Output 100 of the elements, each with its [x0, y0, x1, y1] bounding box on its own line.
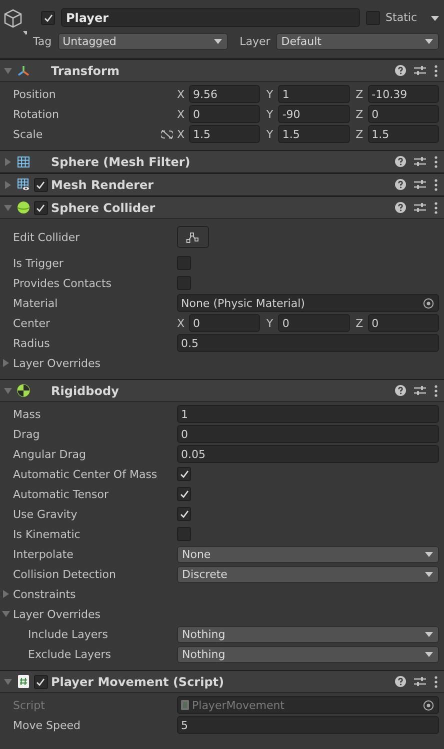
number-field[interactable]: 1 — [177, 405, 439, 423]
number-field[interactable]: 0 — [177, 425, 439, 443]
help-icon[interactable] — [395, 65, 406, 76]
checkbox[interactable] — [34, 200, 48, 214]
number-field[interactable]: 1 — [278, 85, 350, 103]
edit-collider-button[interactable] — [177, 226, 209, 248]
number-field[interactable]: 0.05 — [177, 445, 439, 463]
script-file-icon — [18, 675, 29, 688]
property-label: Include Layers — [28, 628, 109, 640]
property-label: Drag — [13, 428, 41, 440]
caret-icon — [431, 16, 439, 21]
more-icon[interactable] — [434, 64, 438, 76]
component-header[interactable]: Sphere Collider — [0, 196, 444, 219]
property-label: Script — [13, 698, 46, 712]
number-field[interactable]: 0 — [189, 105, 260, 123]
number-field[interactable]: -10.39 — [368, 85, 439, 103]
check-icon — [36, 678, 45, 686]
number-field[interactable]: 1.5 — [278, 125, 350, 143]
more-icon[interactable] — [434, 178, 438, 190]
number-field[interactable]: 0 — [368, 314, 439, 332]
property-label: Radius — [13, 336, 51, 350]
number-field[interactable]: 0 — [278, 314, 350, 332]
target-icon[interactable] — [423, 298, 434, 308]
checkbox[interactable] — [366, 10, 380, 24]
number-field[interactable]: 1.5 — [368, 125, 439, 143]
tag-dropdown[interactable]: Untagged — [58, 33, 228, 50]
name-field[interactable]: Player — [61, 8, 360, 27]
component-header[interactable]: Transform — [0, 59, 444, 82]
caret-icon — [425, 572, 433, 576]
check-icon — [36, 180, 45, 188]
property-label: Is Trigger — [13, 256, 64, 270]
axis-label: X — [177, 316, 186, 330]
number-field[interactable]: 5 — [177, 716, 439, 734]
help-icon[interactable] — [395, 156, 406, 167]
dropdown[interactable]: Nothing — [177, 626, 439, 642]
property-label: Move Speed — [13, 718, 82, 732]
sliders-icon[interactable] — [414, 179, 426, 190]
nodes-icon — [186, 232, 200, 242]
more-icon[interactable] — [434, 384, 438, 396]
number-field[interactable]: 9.56 — [189, 85, 260, 103]
checkbox[interactable] — [177, 507, 191, 521]
caret-icon — [214, 39, 222, 44]
check-icon — [180, 470, 188, 478]
checkbox[interactable] — [34, 178, 48, 192]
axis-label: Z — [356, 316, 364, 330]
axis-label: Z — [356, 108, 364, 120]
help-icon[interactable] — [395, 202, 406, 213]
more-icon[interactable] — [434, 202, 438, 214]
number-field[interactable]: -90 — [278, 105, 350, 123]
sliders-icon[interactable] — [414, 202, 426, 213]
help-icon[interactable] — [395, 676, 406, 687]
target-icon[interactable] — [423, 700, 434, 710]
axis-label: Y — [266, 128, 274, 140]
more-icon[interactable] — [434, 676, 438, 688]
help-icon[interactable] — [395, 179, 406, 190]
checkbox[interactable] — [177, 527, 191, 541]
component-header[interactable]: Sphere (Mesh Filter) — [0, 150, 444, 173]
check-icon — [44, 14, 52, 22]
sliders-icon[interactable] — [414, 676, 426, 687]
sliders-icon[interactable] — [414, 156, 426, 167]
number-field[interactable]: 0 — [189, 314, 260, 332]
property-label: Mass — [13, 408, 42, 420]
dropdown[interactable]: Discrete — [177, 566, 439, 582]
axis-label: X — [177, 88, 186, 100]
number-field[interactable]: 1.5 — [189, 125, 260, 143]
more-icon[interactable] — [434, 156, 438, 168]
checkbox[interactable] — [41, 10, 55, 24]
help-icon[interactable] — [395, 385, 406, 396]
property-label: Interpolate — [13, 548, 74, 560]
cube-icon[interactable] — [3, 8, 27, 36]
component-title: Transform — [51, 64, 120, 78]
sliders-icon[interactable] — [414, 385, 426, 396]
number-field[interactable]: 0 — [368, 105, 439, 123]
dropdown[interactable]: None — [177, 546, 439, 562]
property-label: Rotation — [13, 108, 60, 120]
component-header[interactable]: Rigidbody — [0, 379, 444, 402]
check-icon — [180, 510, 188, 518]
axis-label: Y — [266, 88, 274, 100]
checkbox[interactable] — [34, 674, 48, 688]
axis-label: Z — [356, 88, 364, 100]
axis-label: Y — [266, 316, 274, 330]
checkbox[interactable] — [177, 256, 191, 270]
component-title: Rigidbody — [51, 384, 119, 398]
property-label: Use Gravity — [13, 508, 78, 520]
checkbox[interactable] — [177, 487, 191, 501]
axis-label: X — [177, 128, 186, 140]
object-field[interactable]: None (Physic Material) — [177, 294, 439, 312]
grid-icon — [17, 156, 30, 168]
check-icon — [180, 490, 188, 498]
unlinked-chain-icon[interactable] — [161, 130, 173, 138]
checkbox[interactable] — [177, 276, 191, 290]
dropdown[interactable]: Nothing — [177, 646, 439, 662]
component-header[interactable]: Mesh Renderer — [0, 173, 444, 196]
component-header[interactable]: Player Movement (Script) — [0, 670, 444, 693]
number-field[interactable]: 0.5 — [177, 334, 439, 352]
checkbox[interactable] — [177, 467, 191, 481]
component-title: Sphere (Mesh Filter) — [51, 154, 190, 168]
property-label: Scale — [13, 128, 43, 140]
sliders-icon[interactable] — [414, 65, 426, 76]
layer-dropdown[interactable]: Default — [276, 33, 439, 50]
